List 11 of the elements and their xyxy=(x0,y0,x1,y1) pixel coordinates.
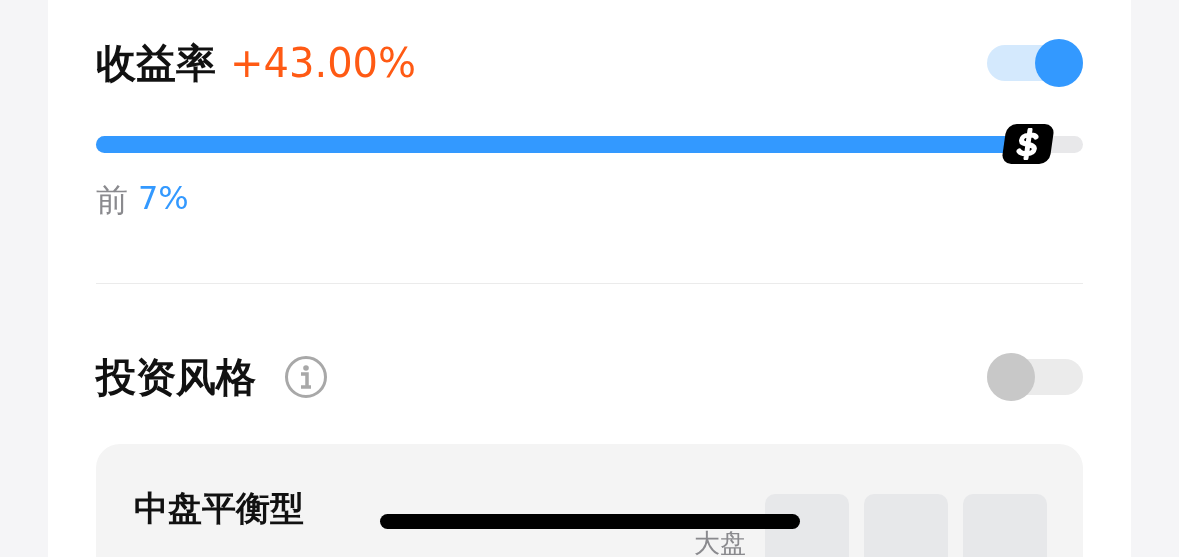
axis-label: 大盘 xyxy=(694,527,746,557)
toggle-switch[interactable] xyxy=(987,353,1083,401)
section-title: 收益率 xyxy=(96,38,216,88)
return-value: +43.00% xyxy=(230,39,417,86)
rank-value: 7% xyxy=(138,179,189,219)
info-icon[interactable] xyxy=(284,355,328,399)
rank-label: 前 xyxy=(96,180,128,221)
style-title: 中盘平衡型 xyxy=(134,487,304,530)
dollar-icon[interactable] xyxy=(1000,124,1055,164)
section-title: 投资风格 xyxy=(96,352,256,402)
toggle-switch[interactable] xyxy=(987,39,1083,87)
